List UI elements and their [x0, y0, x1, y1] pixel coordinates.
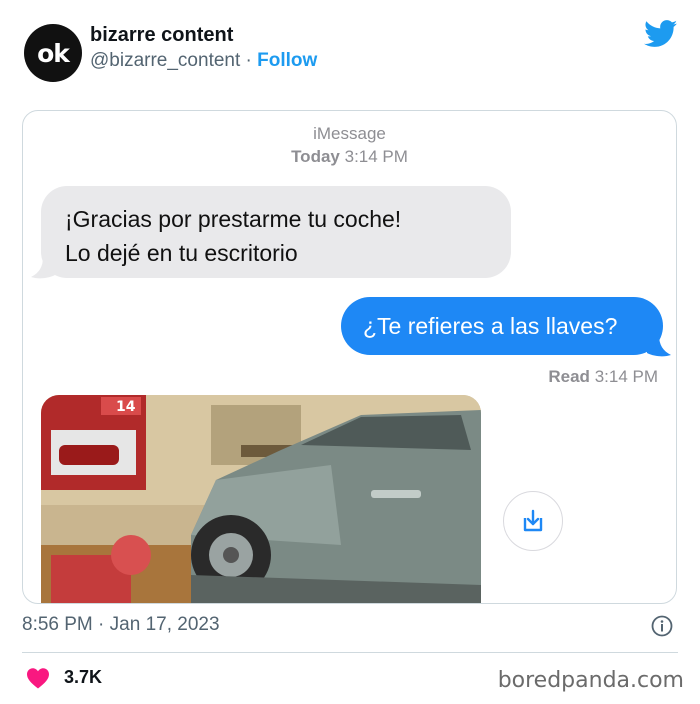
timestamp-time: 3:14 PM	[344, 147, 408, 166]
info-icon[interactable]	[651, 615, 673, 637]
timestamp-day: Today	[291, 147, 340, 166]
watermark: boredpanda.com	[497, 668, 684, 693]
read-receipt: Read 3:14 PM	[548, 367, 658, 387]
incoming-message-line-1: ¡Gracias por prestarme tu coche!	[65, 206, 402, 232]
incoming-message-bubble[interactable]: ¡Gracias por prestarme tu coche! Lo dejé…	[41, 186, 511, 278]
download-icon	[523, 509, 543, 532]
twitter-bird-icon[interactable]	[644, 20, 678, 48]
read-label: Read	[548, 367, 590, 386]
like-count[interactable]: 3.7K	[64, 667, 102, 688]
author-name[interactable]: bizarre content	[90, 24, 233, 47]
read-time: 3:14 PM	[594, 367, 658, 386]
meta-separator: ·	[92, 614, 110, 635]
divider	[22, 652, 678, 653]
message-screenshot[interactable]: iMessage Today 3:14 PM ¡Gracias por pres…	[22, 110, 677, 604]
heart-icon[interactable]	[26, 667, 50, 689]
author-handle-line: @bizarre_content · Follow	[90, 50, 317, 72]
car-in-bedroom-photo[interactable]: 14	[41, 395, 481, 604]
download-button[interactable]	[503, 491, 563, 551]
tweet-time: 8:56 PM	[22, 614, 93, 635]
service-label: iMessage	[313, 124, 386, 143]
incoming-message-line-2: Lo dejé en tu escritorio	[65, 240, 298, 266]
timestamp-label: Today 3:14 PM	[23, 147, 676, 167]
tweet-timestamp[interactable]: 8:56 PM · Jan 17, 2023	[22, 614, 220, 636]
photo-banner-number: 14	[116, 399, 136, 415]
tweet-header: ok bizarre content @bizarre_content · Fo…	[0, 0, 700, 100]
handle-separator: ·	[240, 50, 258, 71]
avatar[interactable]: ok	[24, 24, 82, 82]
follow-button[interactable]: Follow	[257, 50, 317, 71]
tweet-date: Jan 17, 2023	[109, 614, 220, 635]
author-handle[interactable]: @bizarre_content	[90, 50, 240, 71]
outgoing-message-bubble[interactable]: ¿Te refieres a las llaves?	[341, 297, 663, 355]
